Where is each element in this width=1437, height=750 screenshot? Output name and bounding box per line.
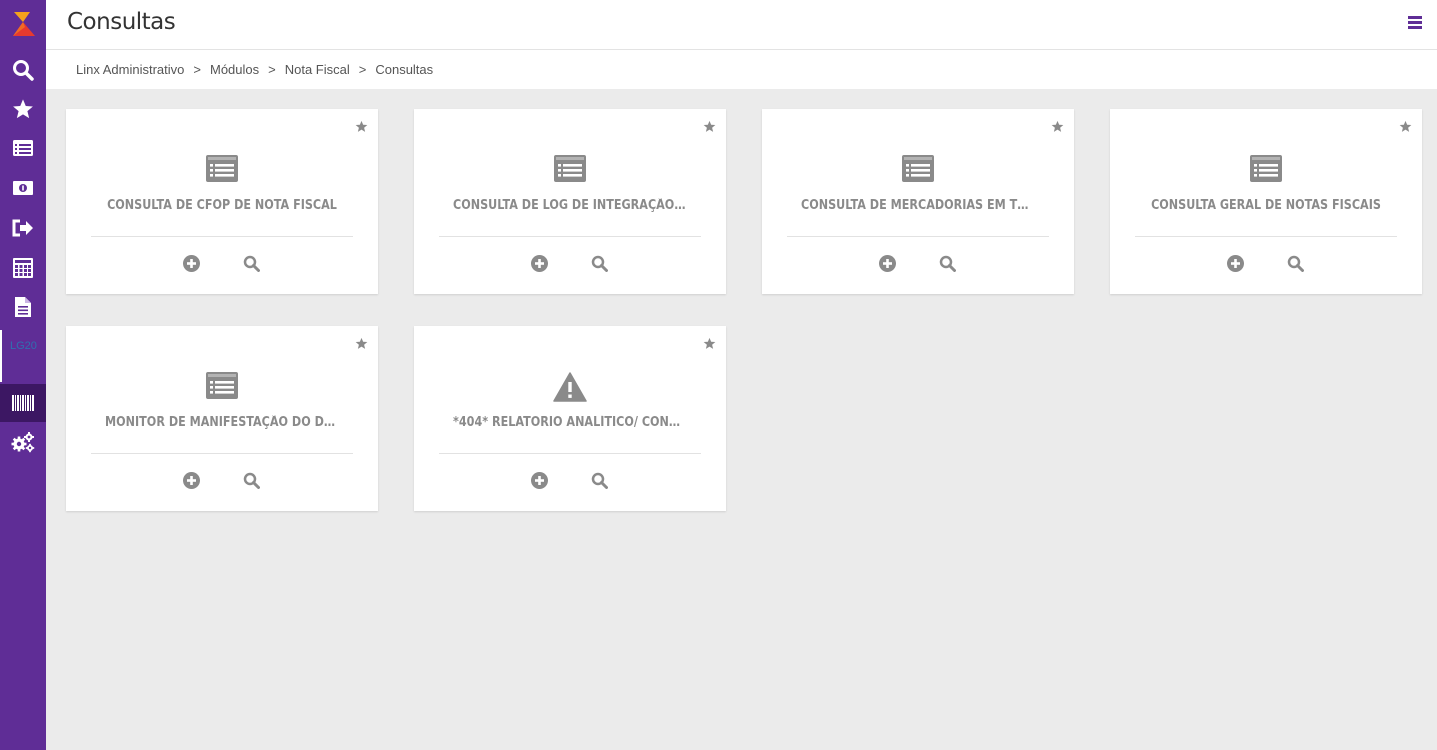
card-title[interactable]: CONSULTA GERAL DE NOTAS FISCAIS [1149, 198, 1383, 213]
linx-logo[interactable] [11, 10, 35, 38]
sidebar-item-exit[interactable] [0, 209, 46, 247]
breadcrumb-separator: > [358, 62, 367, 77]
search-icon [243, 472, 260, 489]
card-title[interactable]: *404* RELATÓRIO ANALÍTICO/ CONSOLIDAD... [453, 415, 687, 430]
top-bar: Consultas [46, 0, 1437, 50]
card-divider [439, 453, 701, 454]
list-icon [206, 155, 238, 182]
plus-circle-icon [182, 471, 200, 489]
sidebar-item-list[interactable] [0, 129, 46, 167]
favorite-star-icon[interactable] [1399, 120, 1412, 133]
sidebar-highlight-line [0, 330, 2, 382]
plus-circle-icon [182, 254, 200, 272]
list-icon [13, 140, 33, 156]
breadcrumb-separator: > [193, 62, 201, 77]
card-divider [1135, 236, 1397, 237]
plus-circle-icon [878, 254, 896, 272]
cogs-icon [11, 432, 35, 453]
add-button[interactable] [530, 471, 548, 489]
sidebar-item-document[interactable] [0, 288, 46, 326]
list-icon [1250, 155, 1282, 182]
list-icon [902, 155, 934, 182]
search-icon [939, 255, 956, 272]
search-button[interactable] [590, 471, 608, 489]
sidebar-item-favorites[interactable] [0, 90, 46, 128]
search-icon [591, 255, 608, 272]
money-icon [13, 181, 33, 195]
breadcrumb-item-consultas: Consultas [375, 62, 434, 77]
card-title[interactable]: CONSULTA DE CFOP DE NOTA FISCAL [105, 198, 339, 213]
sidebar-item-search[interactable] [0, 51, 46, 89]
card-divider [91, 453, 353, 454]
search-icon [243, 255, 260, 272]
search-button[interactable] [590, 254, 608, 272]
favorite-star-icon[interactable] [355, 337, 368, 350]
add-button[interactable] [530, 254, 548, 272]
add-button[interactable] [878, 254, 896, 272]
sidebar: LG20 [0, 0, 46, 750]
plus-circle-icon [530, 471, 548, 489]
add-button[interactable] [182, 254, 200, 272]
document-icon [15, 297, 31, 317]
sidebar-item-settings[interactable] [0, 423, 46, 461]
add-button[interactable] [1226, 254, 1244, 272]
card-divider [787, 236, 1049, 237]
plus-circle-icon [1226, 254, 1244, 272]
favorite-star-icon[interactable] [355, 120, 368, 133]
report-card[interactable]: CONSULTA DE CFOP DE NOTA FISCAL [66, 109, 378, 294]
list-icon [554, 155, 586, 182]
breadcrumb-separator: > [268, 62, 276, 77]
favorite-star-icon[interactable] [1051, 120, 1064, 133]
search-button[interactable] [1286, 254, 1304, 272]
warning-icon [553, 372, 587, 402]
list-icon [206, 372, 238, 399]
favorite-star-icon[interactable] [703, 337, 716, 350]
breadcrumb-item-linx-administrativo[interactable]: Linx Administrativo [76, 62, 184, 77]
sidebar-item-calculator[interactable] [0, 249, 46, 287]
add-button[interactable] [182, 471, 200, 489]
calculator-icon [13, 258, 33, 278]
star-icon [13, 99, 33, 119]
search-button[interactable] [242, 471, 260, 489]
favorite-star-icon[interactable] [703, 120, 716, 133]
breadcrumb-item-modulos[interactable]: Módulos [210, 62, 259, 77]
report-card[interactable]: *404* RELATÓRIO ANALÍTICO/ CONSOLIDAD... [414, 326, 726, 511]
sidebar-item-barcode[interactable] [0, 384, 46, 422]
sidebar-item-financial[interactable] [0, 169, 46, 207]
barcode-icon [12, 395, 34, 411]
hamburger-icon[interactable] [1408, 16, 1422, 32]
report-card[interactable]: CONSULTA DE LOG DE INTEGRAÇÃO DE DOCU... [414, 109, 726, 294]
search-icon [1287, 255, 1304, 272]
plus-circle-icon [530, 254, 548, 272]
breadcrumb: Linx Administrativo > Módulos > Nota Fis… [46, 50, 1437, 89]
search-icon [591, 472, 608, 489]
card-divider [91, 236, 353, 237]
page-title: Consultas [67, 9, 176, 35]
report-card[interactable]: MONITOR DE MANIFESTAÇÃO DO DESTINATÁ... [66, 326, 378, 511]
card-title[interactable]: CONSULTA DE MERCADORIAS EM TRANSITO [801, 198, 1035, 213]
breadcrumb-item-nota-fiscal[interactable]: Nota Fiscal [285, 62, 350, 77]
card-title[interactable]: MONITOR DE MANIFESTAÇÃO DO DESTINATÁ... [105, 415, 339, 430]
card-title[interactable]: CONSULTA DE LOG DE INTEGRAÇÃO DE DOCU... [453, 198, 687, 213]
sign-out-icon [12, 219, 33, 237]
report-card[interactable]: CONSULTA GERAL DE NOTAS FISCAIS [1110, 109, 1422, 294]
search-button[interactable] [938, 254, 956, 272]
search-button[interactable] [242, 254, 260, 272]
report-card[interactable]: CONSULTA DE MERCADORIAS EM TRANSITO [762, 109, 1074, 294]
search-icon [13, 60, 34, 81]
sidebar-stray-text: LG20 [10, 340, 37, 352]
card-divider [439, 236, 701, 237]
